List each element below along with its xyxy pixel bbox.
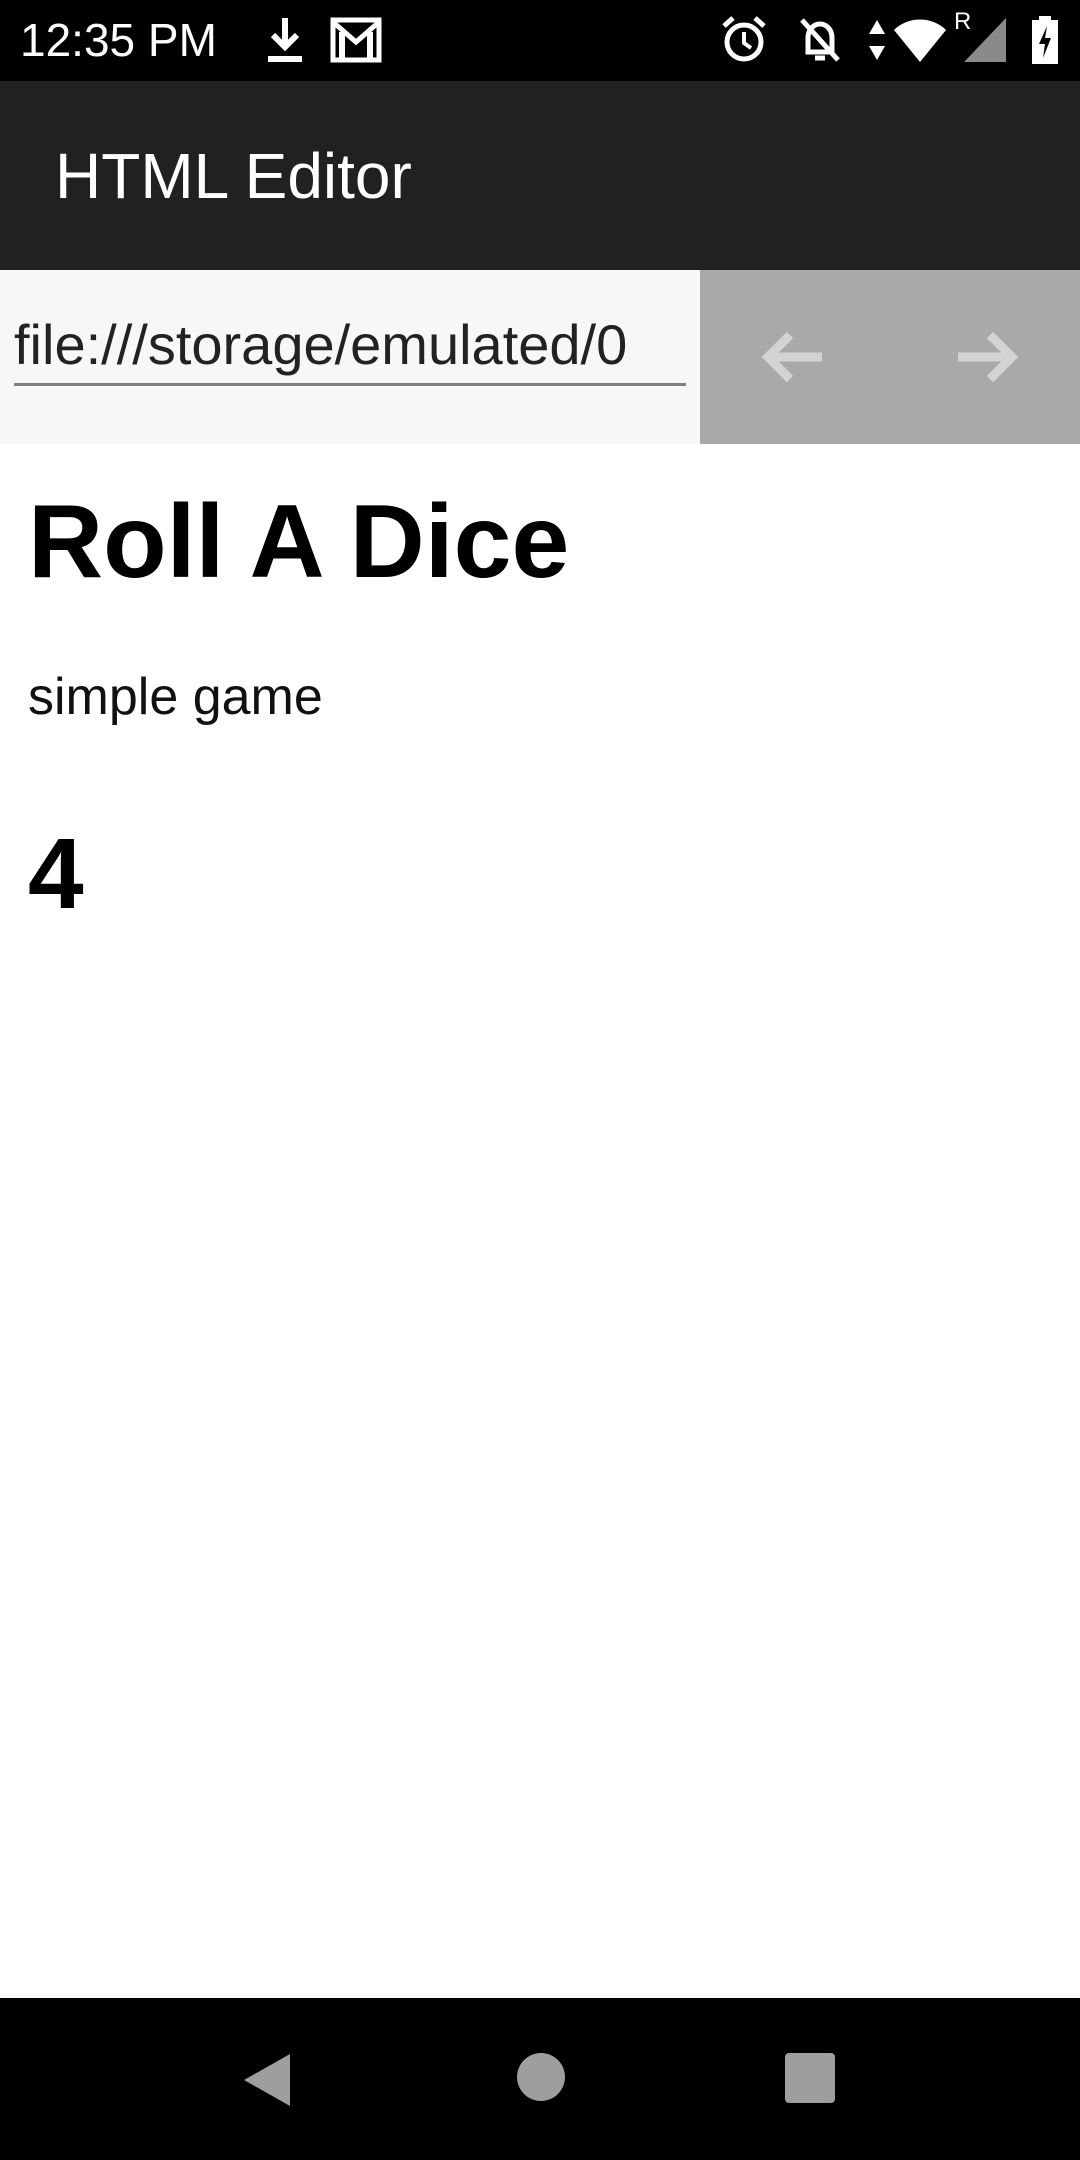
- system-back-button[interactable]: [240, 2050, 294, 2110]
- back-button[interactable]: [756, 317, 836, 397]
- navigation-panel: [700, 270, 1080, 444]
- recents-square-icon: [785, 2053, 835, 2103]
- app-bar: HTML Editor: [0, 81, 1080, 270]
- forward-button[interactable]: [944, 317, 1024, 397]
- system-navigation-bar: [0, 1998, 1080, 2160]
- home-circle-icon: [517, 2053, 565, 2101]
- url-row: [0, 270, 1080, 444]
- page-heading: Roll A Dice: [28, 484, 570, 600]
- web-content: Roll A Dice simple game 4: [0, 444, 1080, 1998]
- system-recents-button[interactable]: [784, 2052, 836, 2104]
- download-icon: [268, 18, 302, 62]
- back-triangle-icon: [244, 2054, 290, 2106]
- gmail-icon: [330, 17, 382, 63]
- alarm-icon: [722, 16, 766, 62]
- app-title: HTML Editor: [55, 140, 412, 212]
- status-bar: 12:35 PM R: [0, 0, 1080, 81]
- arrow-forward-icon: [958, 331, 1019, 383]
- url-input[interactable]: [14, 306, 686, 386]
- wifi-icon: [894, 19, 946, 62]
- arrow-back-icon: [761, 331, 822, 383]
- status-time: 12:35 PM: [20, 14, 217, 66]
- system-home-button[interactable]: [516, 2052, 566, 2102]
- battery-charging-icon: [1032, 16, 1058, 64]
- signal-icon: [964, 18, 1006, 62]
- data-arrows-icon: [869, 20, 885, 60]
- dice-result: 4: [28, 818, 84, 930]
- notifications-off-icon: [800, 18, 840, 62]
- page-paragraph: simple game: [28, 668, 323, 726]
